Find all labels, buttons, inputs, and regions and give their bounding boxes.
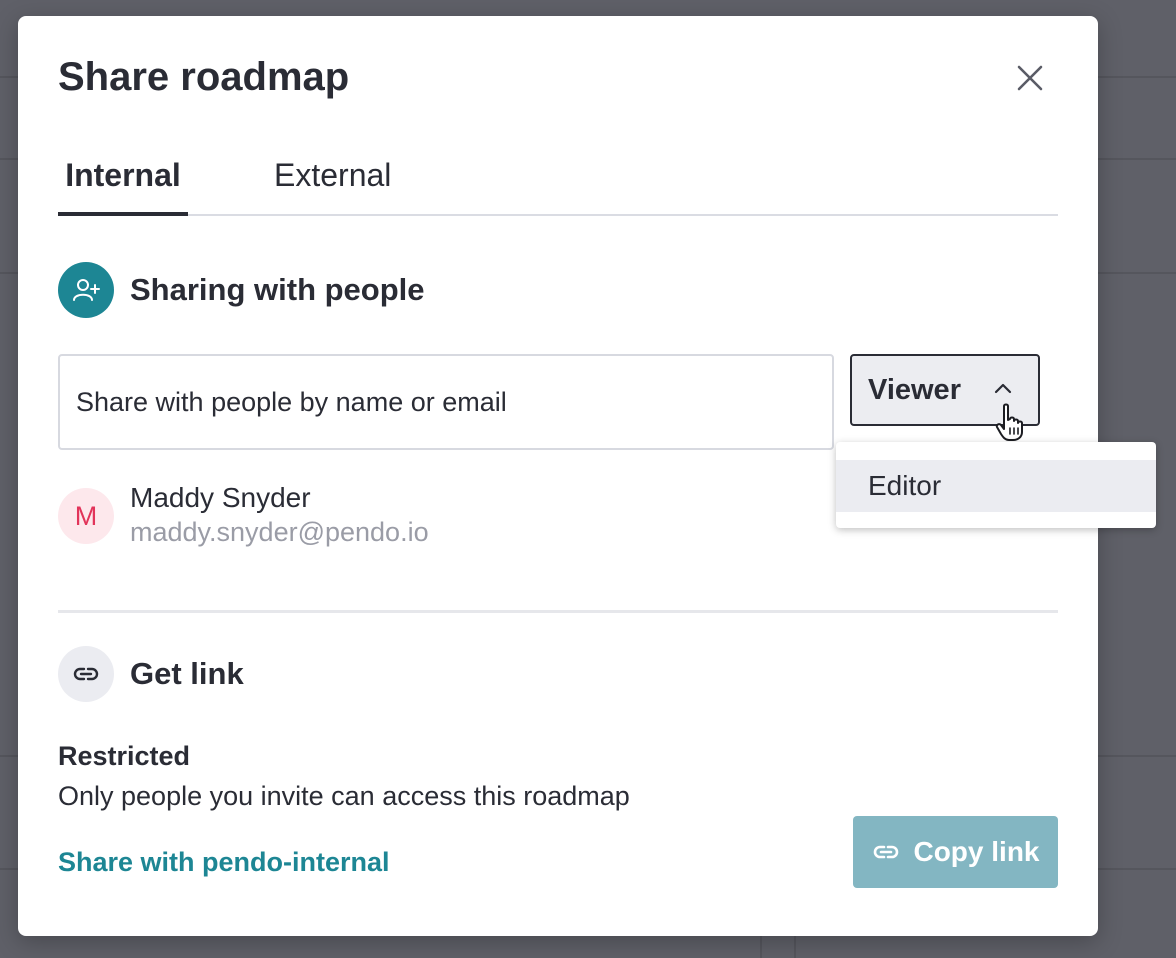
background-divider <box>0 755 18 757</box>
role-option-editor[interactable]: Editor <box>836 460 1156 512</box>
role-select[interactable]: Viewer <box>850 354 1040 426</box>
background-divider <box>0 272 18 274</box>
sharing-section-icon <box>58 262 114 318</box>
link-icon <box>874 845 899 859</box>
share-people-input[interactable] <box>58 354 834 450</box>
section-divider <box>58 610 1058 613</box>
dialog-title: Share roadmap <box>58 55 350 99</box>
close-button[interactable] <box>1012 60 1048 96</box>
link-icon <box>73 667 99 681</box>
background-divider <box>794 936 796 958</box>
avatar: M <box>58 488 114 544</box>
role-select-value: Viewer <box>868 374 961 406</box>
person-name: Maddy Snyder <box>130 482 311 513</box>
background-divider <box>1098 755 1176 757</box>
link-section-title: Get link <box>130 656 244 691</box>
background-divider <box>0 76 18 78</box>
share-roadmap-dialog: Share roadmap Internal External Sharing … <box>18 16 1156 936</box>
person-add-icon <box>73 279 100 301</box>
background-divider <box>1098 272 1176 274</box>
access-level: Restricted <box>58 741 191 771</box>
background-divider <box>0 868 18 870</box>
chevron-up-icon <box>994 383 1012 394</box>
tab-external[interactable]: External <box>274 152 404 214</box>
role-dropdown-menu: Editor <box>836 442 1156 528</box>
access-description: Only people you invite can access this r… <box>58 781 630 811</box>
link-section-icon <box>58 646 114 702</box>
share-tabs: Internal External <box>58 152 1058 216</box>
close-icon <box>1017 65 1043 91</box>
copy-link-label: Copy link <box>913 836 1040 867</box>
background-divider <box>1098 868 1176 870</box>
tab-internal[interactable]: Internal <box>58 152 188 216</box>
copy-link-button[interactable]: Copy link <box>853 816 1058 888</box>
background-divider <box>1098 76 1176 78</box>
person-email: maddy.snyder@pendo.io <box>130 517 429 547</box>
sharing-section-title: Sharing with people <box>130 272 425 307</box>
background-divider <box>760 936 762 958</box>
background-divider <box>0 158 18 160</box>
background-divider <box>1098 158 1176 160</box>
share-with-domain-link[interactable]: Share with pendo-internal <box>58 844 390 880</box>
